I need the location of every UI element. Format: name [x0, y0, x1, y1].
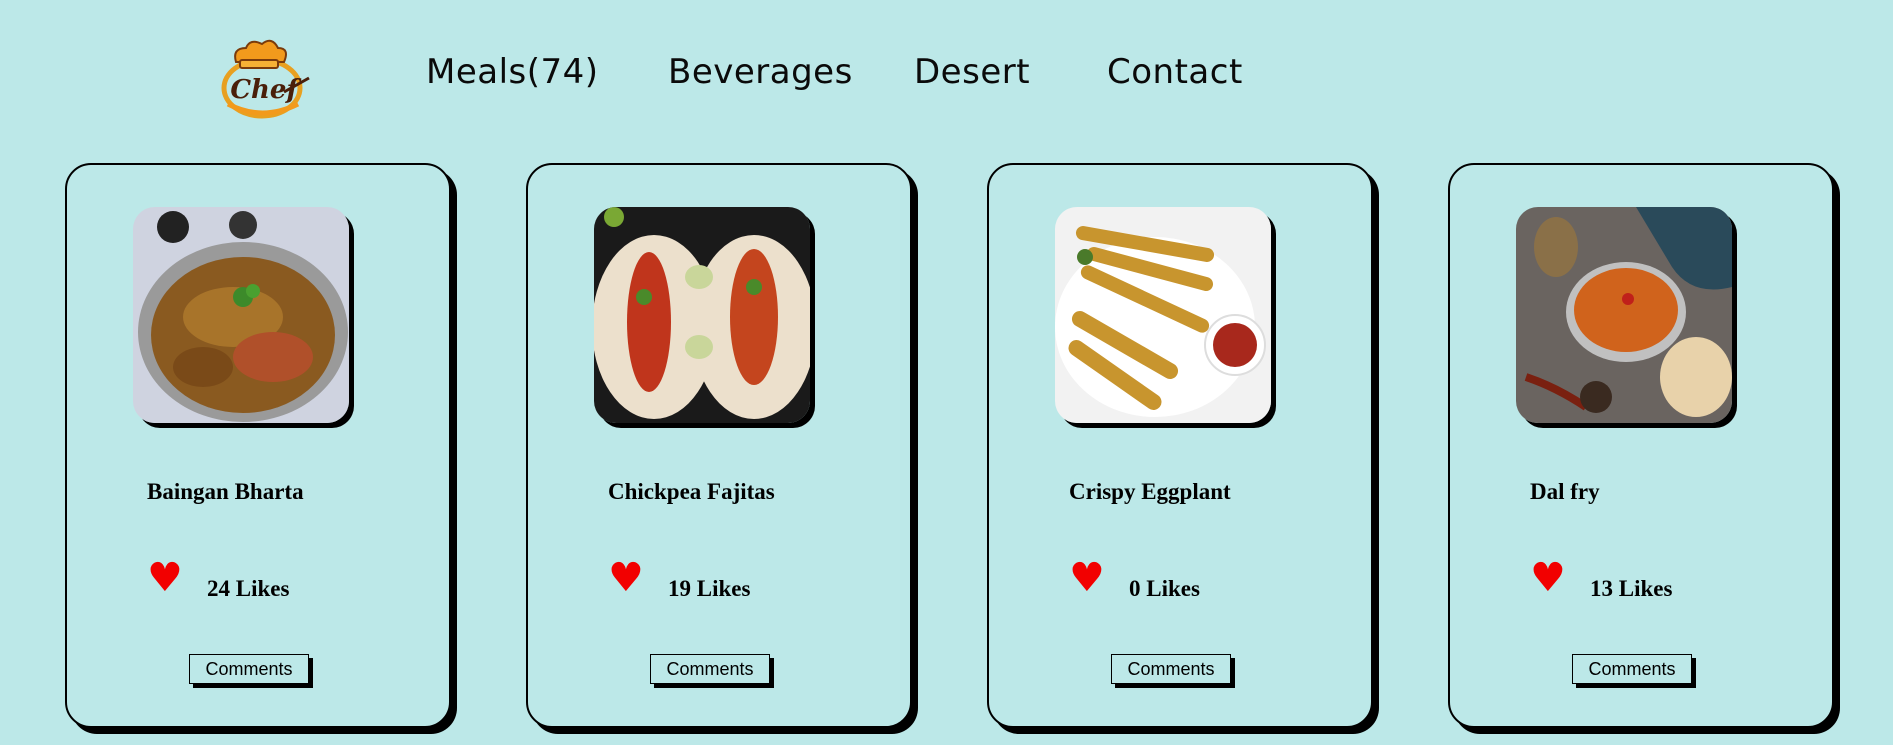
likes-count: 13 Likes [1590, 576, 1673, 601]
heart-icon[interactable]: ♥ [1069, 558, 1105, 598]
nav-desert[interactable]: Desert [914, 52, 1030, 92]
meal-image [594, 207, 810, 423]
meal-card: Chickpea Fajitas ♥ 19 Likes Comments [526, 163, 912, 728]
heart-icon[interactable]: ♥ [147, 558, 183, 598]
meal-image [1516, 207, 1732, 423]
comments-button[interactable]: Comments [1111, 654, 1231, 684]
comments-button[interactable]: Comments [1572, 654, 1692, 684]
meal-card: Dal fry ♥ 13 Likes Comments [1448, 163, 1834, 728]
likes-count: 19 Likes [668, 576, 751, 601]
nav-meals[interactable]: Meals(74) [426, 52, 599, 92]
meal-card: Baingan Bharta ♥ 24 Likes Comments [65, 163, 451, 728]
meal-title: Crispy Eggplant [1069, 479, 1231, 504]
meal-title: Dal fry [1530, 479, 1600, 504]
heart-icon[interactable]: ♥ [608, 558, 644, 598]
main-nav: Meals(74) Beverages Desert Contact [0, 52, 1893, 112]
meal-image [133, 207, 349, 423]
meal-card: Crispy Eggplant ♥ 0 Likes Comments [987, 163, 1373, 728]
site-header: Chef Meals(74) Beverages Desert Contact [0, 0, 1893, 160]
likes-count: 24 Likes [207, 576, 290, 601]
meal-title: Baingan Bharta [147, 479, 304, 504]
meal-title: Chickpea Fajitas [608, 479, 775, 504]
meal-image [1055, 207, 1271, 423]
comments-button[interactable]: Comments [650, 654, 770, 684]
likes-count: 0 Likes [1129, 576, 1200, 601]
heart-icon[interactable]: ♥ [1530, 558, 1566, 598]
nav-beverages[interactable]: Beverages [668, 52, 853, 92]
nav-contact[interactable]: Contact [1107, 52, 1243, 92]
comments-button[interactable]: Comments [189, 654, 309, 684]
